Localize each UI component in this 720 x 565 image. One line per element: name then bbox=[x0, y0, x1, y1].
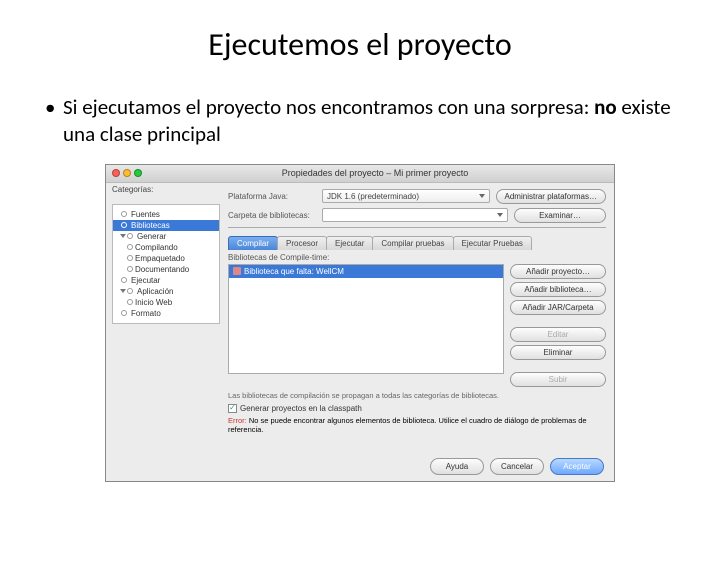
tab-ejecutar[interactable]: Ejecutar bbox=[326, 236, 373, 250]
add-project-button[interactable]: Añadir proyecto… bbox=[510, 264, 606, 279]
error-message: Error: No se puede encontrar algunos ele… bbox=[228, 416, 606, 434]
disclosure-icon[interactable] bbox=[120, 234, 126, 238]
jar-icon bbox=[233, 267, 241, 275]
tree-item-compilando[interactable]: Compilando bbox=[113, 242, 219, 253]
tree-item-generar[interactable]: Generar bbox=[113, 231, 219, 242]
tree-item-formato[interactable]: Formato bbox=[113, 308, 219, 319]
zoom-icon[interactable] bbox=[134, 169, 142, 177]
propagation-note: Las bibliotecas de compilación se propag… bbox=[228, 391, 606, 400]
tree-item-empaquetado[interactable]: Empaquetado bbox=[113, 253, 219, 264]
tab-compilar[interactable]: Compilar bbox=[228, 236, 278, 250]
main-panel: Plataforma Java: JDK 1.6 (predeterminado… bbox=[220, 183, 614, 481]
tab-procesor[interactable]: Procesor bbox=[277, 236, 327, 250]
categories-label: Categorías: bbox=[106, 183, 220, 196]
classpath-checkbox[interactable]: ✓ bbox=[228, 404, 237, 413]
cancel-button[interactable]: Cancelar bbox=[490, 458, 544, 475]
categories-tree[interactable]: Fuentes Bibliotecas Generar Compilando E… bbox=[112, 204, 220, 324]
tree-item-bibliotecas[interactable]: Bibliotecas bbox=[113, 220, 219, 231]
tree-item-fuentes[interactable]: Fuentes bbox=[113, 209, 219, 220]
slide-body: Si ejecutamos el proyecto nos encontramo… bbox=[45, 94, 675, 149]
compile-libs-list[interactable]: Biblioteca que falta: WellCM bbox=[228, 264, 504, 374]
classpath-label: Generar proyectos en la classpath bbox=[240, 404, 362, 413]
add-library-button[interactable]: Añadir biblioteca… bbox=[510, 282, 606, 297]
list-item[interactable]: Biblioteca que falta: WellCM bbox=[229, 265, 503, 278]
tabs: Compilar Procesor Ejecutar Compilar prue… bbox=[228, 236, 606, 250]
compile-libs-label: Bibliotecas de Compile-time: bbox=[228, 253, 606, 262]
accept-button[interactable]: Aceptar bbox=[550, 458, 604, 475]
bullet-item: Si ejecutamos el proyecto nos encontramo… bbox=[45, 94, 675, 149]
window-title: Propiedades del proyecto – Mi primer pro… bbox=[142, 168, 608, 178]
edit-button[interactable]: Editar bbox=[510, 327, 606, 342]
manage-platforms-button[interactable]: Administrar plataformas… bbox=[496, 189, 606, 204]
disclosure-icon[interactable] bbox=[120, 289, 126, 293]
add-jar-button[interactable]: Añadir JAR/Carpeta bbox=[510, 300, 606, 315]
tree-item-ejecutar[interactable]: Ejecutar bbox=[113, 275, 219, 286]
tree-item-inicio-web[interactable]: Inicio Web bbox=[113, 297, 219, 308]
help-button[interactable]: Ayuda bbox=[430, 458, 484, 475]
project-properties-dialog: Propiedades del proyecto – Mi primer pro… bbox=[105, 164, 615, 482]
titlebar: Propiedades del proyecto – Mi primer pro… bbox=[106, 165, 614, 183]
minimize-icon[interactable] bbox=[123, 169, 131, 177]
libfolder-field[interactable] bbox=[322, 208, 508, 222]
slide-title: Ejecutemos el proyecto bbox=[0, 25, 720, 64]
libfolder-label: Carpeta de bibliotecas: bbox=[228, 211, 316, 220]
tab-compilar-pruebas[interactable]: Compilar pruebas bbox=[372, 236, 453, 250]
close-icon[interactable] bbox=[112, 169, 120, 177]
tree-item-documentando[interactable]: Documentando bbox=[113, 264, 219, 275]
platform-combo[interactable]: JDK 1.6 (predeterminado) bbox=[322, 189, 490, 203]
move-up-button[interactable]: Subir bbox=[510, 372, 606, 387]
tree-item-aplicacion[interactable]: Aplicación bbox=[113, 286, 219, 297]
browse-button[interactable]: Examinar… bbox=[514, 208, 606, 223]
remove-button[interactable]: Eliminar bbox=[510, 345, 606, 360]
platform-label: Plataforma Java: bbox=[228, 192, 316, 201]
tab-ejecutar-pruebas[interactable]: Ejecutar Pruebas bbox=[453, 236, 532, 250]
